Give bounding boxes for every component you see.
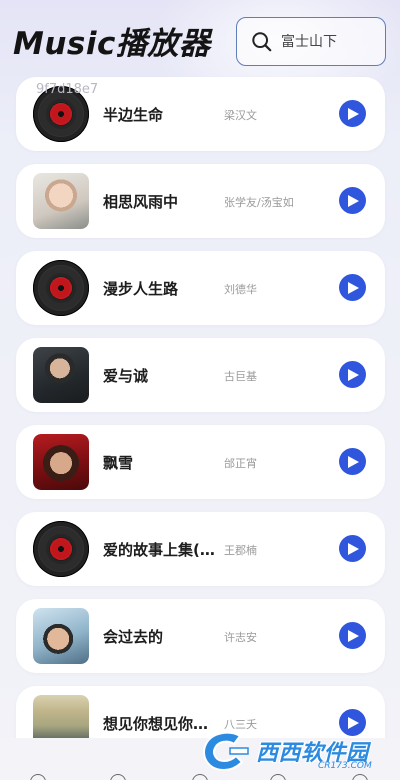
song-item[interactable]: 爱的故事上集(… 王郡楠 [16,512,385,586]
search-box[interactable] [236,17,386,66]
song-artist: 邰正宵 [224,457,257,470]
song-item[interactable]: 漫步人生路 刘德华 [16,251,385,325]
song-title: 爱的故事上集(… [103,541,215,559]
song-title: 会过去的 [103,628,164,646]
overlay-id-text: 9f7d18e7 [36,82,99,97]
play-icon [348,107,359,120]
song-item[interactable]: 爱与诚 古巨基 [16,338,385,412]
song-artist: 王郡楠 [224,544,257,557]
vinyl-record-icon [33,260,89,316]
play-button[interactable] [339,100,366,127]
album-cover [33,173,89,229]
play-button[interactable] [339,187,366,214]
search-input[interactable] [281,33,371,50]
song-artist: 刘德华 [224,283,257,296]
play-icon [348,455,359,468]
song-artist: 梁汉文 [224,109,257,122]
watermark-url: CR173.COM [318,761,372,771]
play-button[interactable] [339,622,366,649]
song-title: 爱与诚 [103,367,149,385]
nav-library-icon[interactable] [110,774,126,780]
play-icon [348,194,359,207]
play-icon [348,542,359,555]
play-button[interactable] [339,535,366,562]
site-watermark-logo: 西西软件园 CR173.COM [200,727,386,775]
play-button[interactable] [339,274,366,301]
play-icon [348,629,359,642]
song-artist: 许志安 [224,631,257,644]
song-artist: 古巨基 [224,370,257,383]
nav-home-icon[interactable] [30,774,46,780]
album-cover [33,434,89,490]
song-title: 飘雪 [103,454,134,472]
play-icon [348,281,359,294]
song-item[interactable]: 相思风雨中 张学友/汤宝如 [16,164,385,238]
song-artist: 张学友/汤宝如 [224,196,294,209]
play-button[interactable] [339,361,366,388]
song-title: 相思风雨中 [103,193,179,211]
watermark-logo-icon [203,731,249,772]
song-item[interactable]: 会过去的 许志安 [16,599,385,673]
album-cover [33,608,89,664]
play-button[interactable] [339,448,366,475]
search-icon [252,31,272,51]
album-cover [33,347,89,403]
song-title: 漫步人生路 [103,280,179,298]
vinyl-record-icon [33,521,89,577]
app-title: Music播放器 [13,26,211,62]
song-list: 半边生命 梁汉文 相思风雨中 张学友/汤宝如 漫步人生路 刘德华 爱与诚 古巨基… [16,77,385,773]
song-item[interactable]: 飘雪 邰正宵 [16,425,385,499]
play-icon [348,368,359,381]
song-title: 半边生命 [103,106,164,124]
header: Music播放器 [0,0,400,80]
